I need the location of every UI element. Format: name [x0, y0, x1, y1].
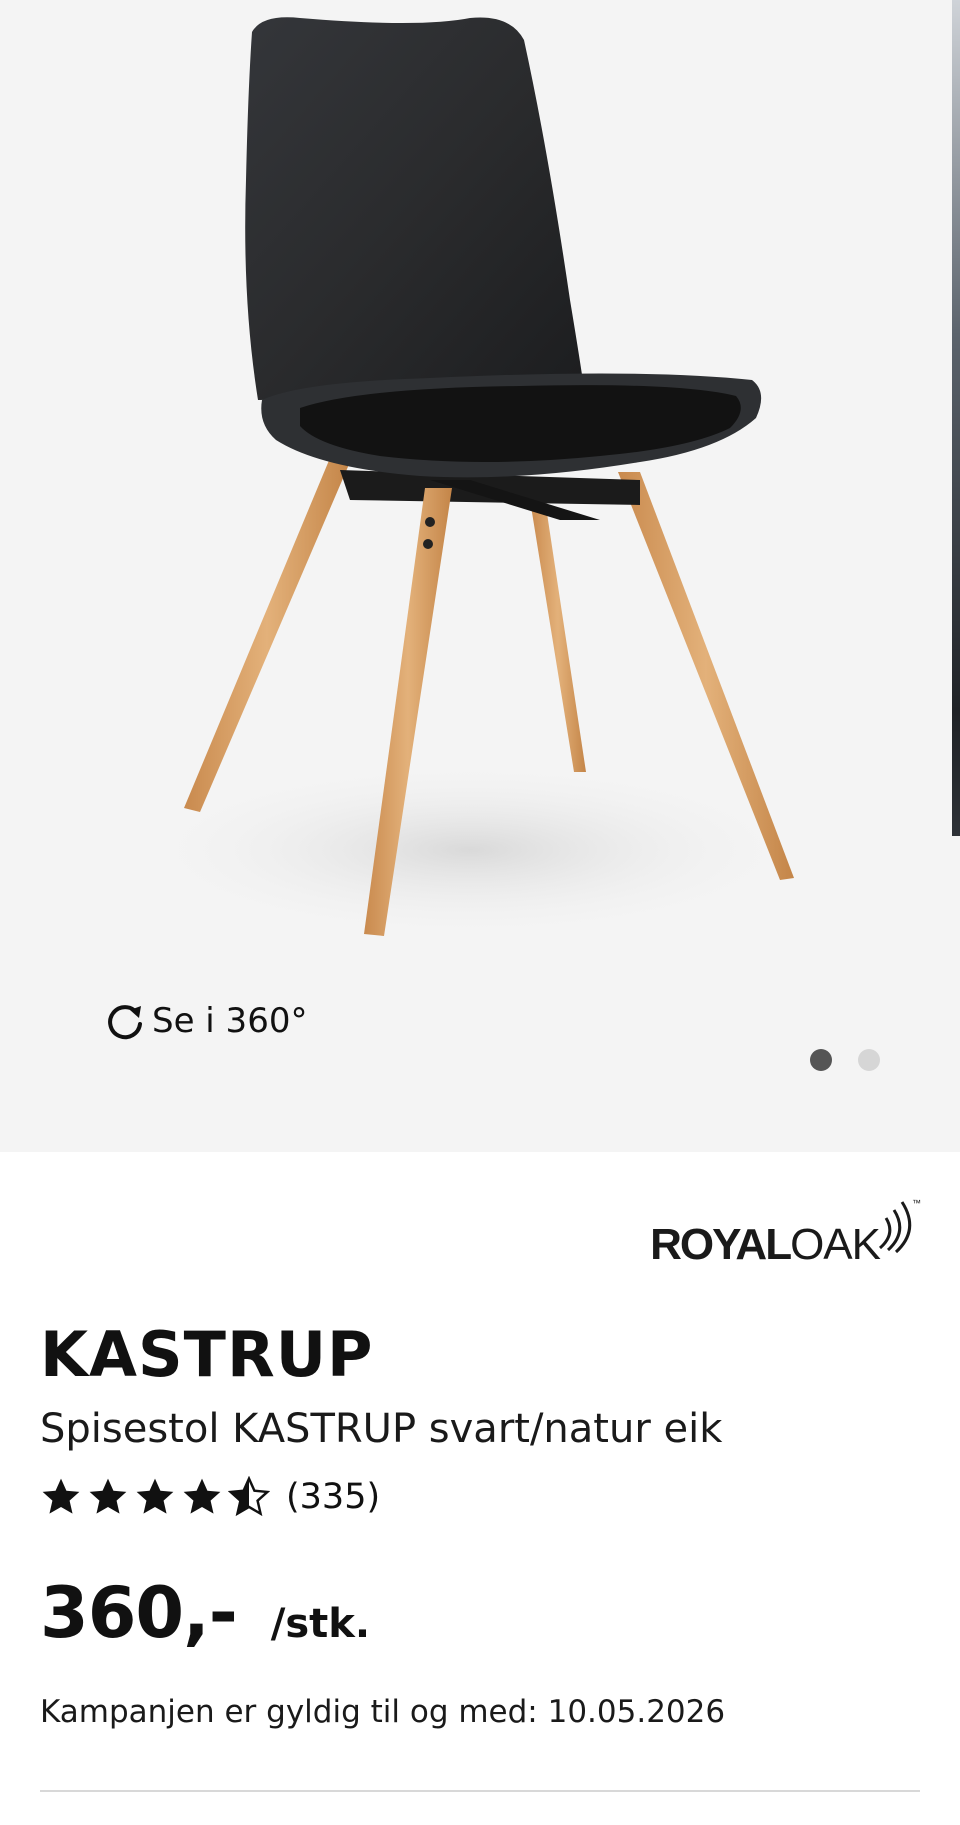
trademark-mark: ™	[912, 1198, 921, 1208]
price-amount: 360,-	[40, 1572, 238, 1654]
view-360-button[interactable]: Se i 360°	[104, 1000, 307, 1042]
star-half-icon	[228, 1476, 270, 1517]
pagination-dot-1[interactable]	[810, 1049, 832, 1071]
divider	[40, 1790, 920, 1792]
price-unit: /stk.	[270, 1601, 371, 1647]
product-image-gallery[interactable]: Se i 360°	[0, 0, 960, 1152]
star-full-icon	[136, 1478, 174, 1514]
next-image-peek	[952, 0, 960, 836]
product-rating[interactable]: (335)	[40, 1476, 380, 1518]
chair-product-image	[130, 17, 810, 940]
star-full-icon	[89, 1478, 127, 1514]
rating-stars	[40, 1476, 270, 1518]
product-subtitle: Spisestol KASTRUP svart/natur eik	[40, 1406, 723, 1452]
view-360-label: Se i 360°	[152, 1001, 308, 1041]
product-price: 360,- /stk.	[40, 1572, 370, 1654]
pagination-dot-2[interactable]	[858, 1049, 880, 1071]
brand-waves-icon: ™	[878, 1198, 921, 1254]
review-count: (335)	[286, 1477, 381, 1517]
star-full-icon	[183, 1478, 221, 1514]
star-full-icon	[42, 1478, 80, 1514]
gallery-pagination	[810, 1049, 880, 1071]
product-title: KASTRUP	[40, 1318, 374, 1391]
rotate-icon	[108, 1005, 142, 1040]
brand-logo[interactable]: ROYAL OAK ™	[650, 1196, 924, 1270]
brand-logo-part1: ROYAL	[650, 1220, 792, 1269]
campaign-validity-text: Kampanjen er gyldig til og med: 10.05.20…	[40, 1694, 726, 1730]
